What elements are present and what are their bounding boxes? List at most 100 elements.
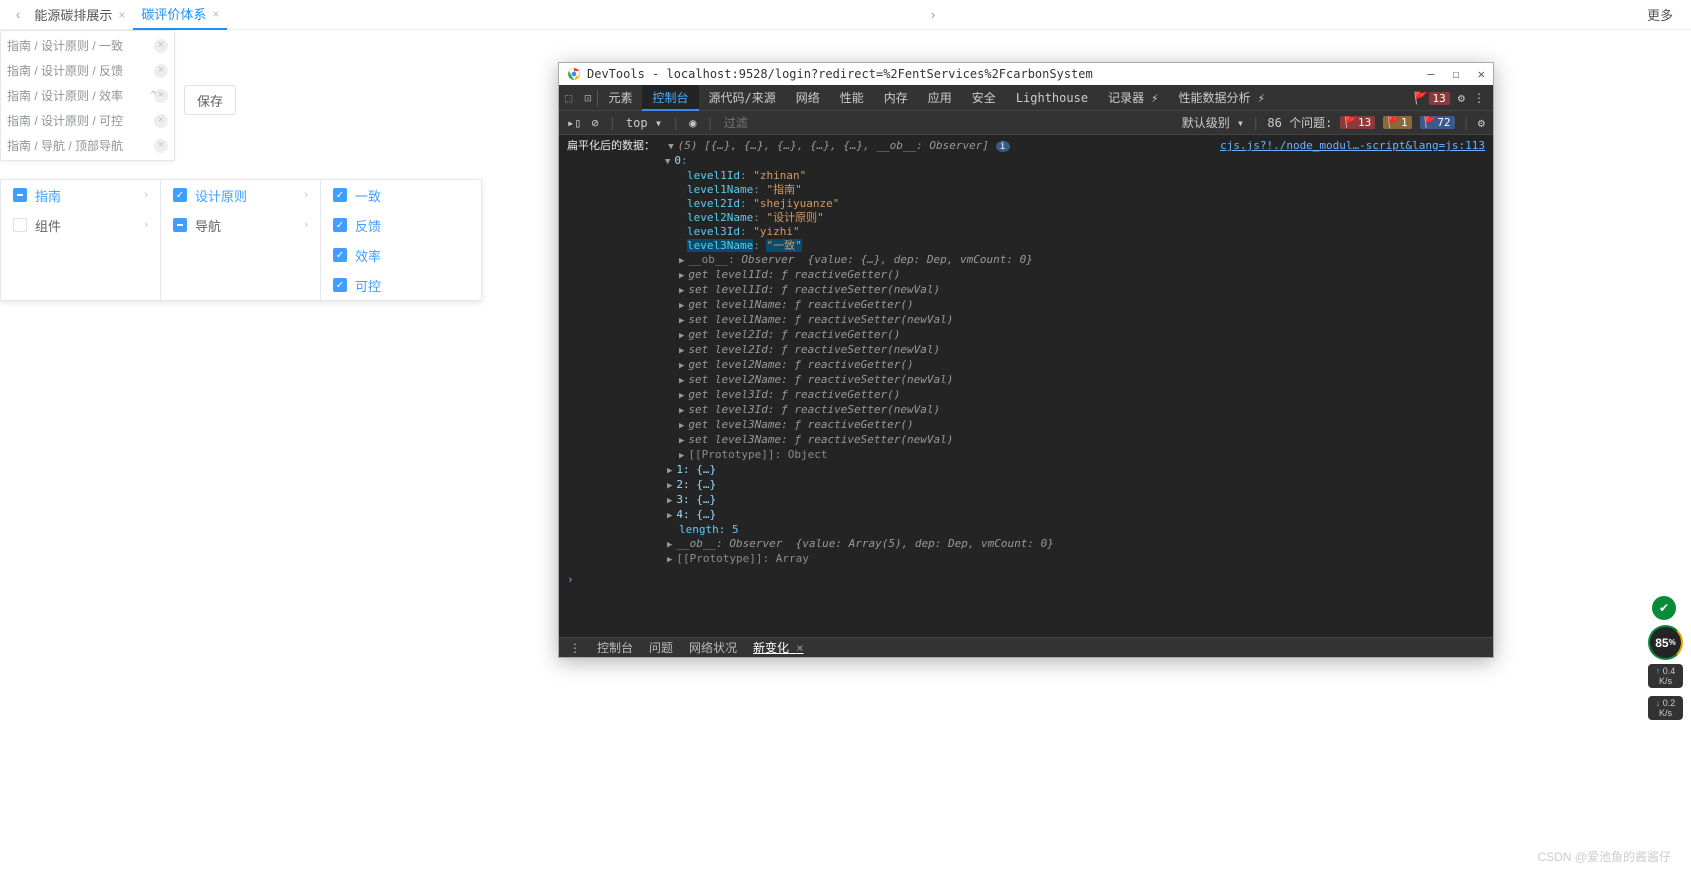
log-index[interactable]: 1: {…} <box>676 463 716 476</box>
tab-memory[interactable]: 内存 <box>874 85 918 111</box>
cascader-col-1: 指南 › 组件› <box>1 180 161 300</box>
log-index[interactable]: 2: {…} <box>676 478 716 491</box>
cascader-item-xiaolv[interactable]: 效率 <box>321 240 481 270</box>
drawer-tab-changes[interactable]: 新变化 × <box>753 639 803 656</box>
cascader-item-kekong[interactable]: 可控 <box>321 270 481 300</box>
log-setter[interactable]: set level2Id: ƒ reactiveSetter(newVal) <box>688 343 940 356</box>
error-badge[interactable]: 🚩13 <box>1414 91 1450 105</box>
checkbox-icon[interactable] <box>13 218 27 232</box>
tabs-next-icon[interactable]: › <box>925 7 941 22</box>
log-level-selector[interactable]: 默认级别 ▾ <box>1182 114 1244 131</box>
cascader-item-daohang[interactable]: 导航› <box>161 210 320 240</box>
tabs-prev-icon[interactable]: ‹ <box>10 7 26 22</box>
checkbox-icon[interactable] <box>13 188 27 202</box>
tab-energy[interactable]: 能源碳排展示 × <box>26 0 133 30</box>
chevron-right-icon: › <box>144 189 148 201</box>
tab-sources[interactable]: 源代码/来源 <box>699 85 786 111</box>
drawer-tab-network[interactable]: 网络状况 <box>689 639 737 656</box>
tag-label: 指南 / 设计原则 / 效率 <box>7 87 123 104</box>
live-expression-icon[interactable]: ◉ <box>689 116 696 130</box>
log-index[interactable]: 4: {…} <box>676 508 716 521</box>
close-icon[interactable]: × <box>154 114 168 128</box>
tabs-more[interactable]: 更多 <box>1639 5 1681 24</box>
log-getter[interactable]: get level1Id: ƒ reactiveGetter() <box>688 268 900 281</box>
sidebar-toggle-icon[interactable]: ▸▯ <box>567 116 581 130</box>
log-array[interactable]: (5) [{…}, {…}, {…}, {…}, {…}, __ob__: Ob… <box>678 139 989 152</box>
minimize-icon[interactable]: — <box>1427 67 1434 81</box>
devtools-titlebar[interactable]: DevTools - localhost:9528/login?redirect… <box>559 63 1493 85</box>
log-setter[interactable]: set level3Id: ƒ reactiveSetter(newVal) <box>688 403 940 416</box>
gear-icon[interactable]: ⚙ <box>1478 116 1485 130</box>
close-icon[interactable]: × <box>154 139 168 153</box>
checkbox-icon[interactable] <box>333 248 347 262</box>
checkbox-icon[interactable] <box>173 188 187 202</box>
log-getter[interactable]: get level1Name: ƒ reactiveGetter() <box>688 298 913 311</box>
warnings-count[interactable]: 🚩1 <box>1383 116 1411 129</box>
item-label: 指南 <box>35 186 61 205</box>
log-setter[interactable]: set level1Name: ƒ reactiveSetter(newVal) <box>688 313 953 326</box>
tab-recorder[interactable]: 记录器 ⚡ <box>1098 85 1168 111</box>
close-icon[interactable]: × <box>154 39 168 53</box>
cascader-item-yizhi[interactable]: 一致 <box>321 180 481 210</box>
log-getter[interactable]: get level2Id: ƒ reactiveGetter() <box>688 328 900 341</box>
shield-icon[interactable]: ✔ <box>1652 596 1676 620</box>
errors-count[interactable]: 🚩13 <box>1340 116 1375 129</box>
log-observer[interactable]: __ob__: Observer {value: Array(5), dep: … <box>676 537 1054 550</box>
info-count[interactable]: 🚩72 <box>1420 116 1455 129</box>
close-icon[interactable]: × <box>796 641 803 655</box>
chevron-up-icon[interactable]: ⌃ <box>148 88 159 104</box>
devtools-window: DevTools - localhost:9528/login?redirect… <box>558 62 1494 658</box>
tab-elements[interactable]: 元素 <box>598 85 642 111</box>
gear-icon[interactable]: ⚙ <box>1458 91 1465 105</box>
info-icon[interactable]: i <box>996 141 1010 152</box>
tab-performance[interactable]: 性能 <box>830 85 874 111</box>
drawer-tab-console[interactable]: 控制台 <box>597 639 633 656</box>
close-icon[interactable]: ✕ <box>1478 67 1485 81</box>
clear-console-icon[interactable]: ⊘ <box>591 116 598 130</box>
tab-lighthouse[interactable]: Lighthouse <box>1006 85 1098 111</box>
issues-count[interactable]: 86 个问题: <box>1267 114 1332 131</box>
cascader-item-fankui[interactable]: 反馈 <box>321 210 481 240</box>
save-button[interactable]: 保存 <box>184 85 236 115</box>
inspect-icon[interactable]: ⬚ <box>559 91 578 105</box>
checkbox-icon[interactable] <box>333 218 347 232</box>
cascader-item-zhinan[interactable]: 指南 › <box>1 180 160 210</box>
drawer-menu-icon[interactable]: ⋮ <box>569 641 581 655</box>
device-icon[interactable]: ⊡ <box>578 91 597 105</box>
drawer-tab-issues[interactable]: 问题 <box>649 639 673 656</box>
source-link[interactable]: cjs.js?!./node_modul…-script&lang=js:113 <box>1220 139 1485 152</box>
filter-input[interactable] <box>724 116 824 130</box>
log-key: level2Id <box>687 197 740 210</box>
tab-console[interactable]: 控制台 <box>642 85 698 111</box>
close-icon[interactable]: × <box>154 64 168 78</box>
cascader-item-shejiyuanze[interactable]: 设计原则› <box>161 180 320 210</box>
tab-application[interactable]: 应用 <box>918 85 962 111</box>
checkbox-icon[interactable] <box>333 278 347 292</box>
context-selector[interactable]: top ▾ <box>626 116 662 130</box>
log-getter[interactable]: get level2Name: ƒ reactiveGetter() <box>688 358 913 371</box>
console-prompt-icon[interactable]: › <box>567 573 574 586</box>
performance-score[interactable]: 85% <box>1648 625 1683 660</box>
tab-security[interactable]: 安全 <box>962 85 1006 111</box>
maximize-icon[interactable]: ☐ <box>1453 67 1460 81</box>
console-output[interactable]: cjs.js?!./node_modul…-script&lang=js:113… <box>559 135 1493 637</box>
log-setter[interactable]: set level1Id: ƒ reactiveSetter(newVal) <box>688 283 940 296</box>
tab-network[interactable]: 网络 <box>786 85 830 111</box>
log-index[interactable]: 3: {…} <box>676 493 716 506</box>
more-icon[interactable]: ⋮ <box>1473 91 1485 105</box>
log-setter[interactable]: set level3Name: ƒ reactiveSetter(newVal) <box>688 433 953 446</box>
log-setter[interactable]: set level2Name: ƒ reactiveSetter(newVal) <box>688 373 953 386</box>
log-prototype[interactable]: [[Prototype]]: Array <box>676 552 808 565</box>
tab-perf-insights[interactable]: 性能数据分析 ⚡ <box>1169 85 1275 111</box>
log-getter[interactable]: get level3Id: ƒ reactiveGetter() <box>688 388 900 401</box>
log-key[interactable]: __ob__ <box>688 253 728 266</box>
close-icon[interactable]: × <box>118 8 125 22</box>
log-getter[interactable]: get level3Name: ƒ reactiveGetter() <box>688 418 913 431</box>
cascader-item-zujian[interactable]: 组件› <box>1 210 160 240</box>
tab-carbon[interactable]: 碳评价体系 × <box>133 0 227 30</box>
checkbox-icon[interactable] <box>333 188 347 202</box>
checkbox-icon[interactable] <box>173 218 187 232</box>
tag-item: 指南 / 设计原则 / 可控× <box>1 108 174 133</box>
close-icon[interactable]: × <box>212 7 219 21</box>
log-prototype[interactable]: [[Prototype]]: Object <box>688 448 827 461</box>
